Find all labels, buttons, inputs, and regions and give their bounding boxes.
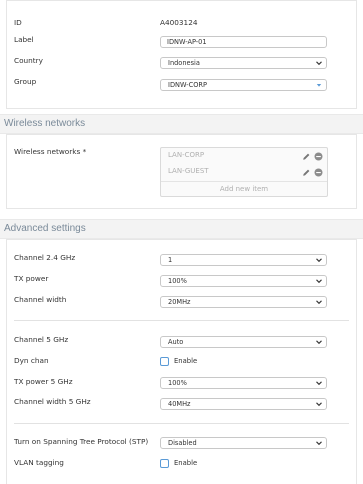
group-select-value: IDNW-CORP — [168, 81, 207, 89]
dyn-chan-checkbox[interactable] — [160, 357, 169, 366]
wireless-networks-list: LAN-CORP LAN-GUEST Add new item — [160, 147, 328, 197]
list-item: LAN-GUEST — [161, 165, 327, 180]
channel-24-select[interactable]: 1 — [160, 254, 327, 266]
wireless-section-title: Wireless networks — [4, 118, 86, 129]
stp-value: Disabled — [168, 439, 197, 447]
vlan-tagging-checkbox[interactable] — [160, 459, 169, 468]
tx-power-value: 100% — [168, 277, 187, 285]
channel-5-value: Auto — [168, 338, 184, 346]
list-item: LAN-CORP — [161, 149, 327, 164]
channel-width-5-select[interactable]: 40MHz — [160, 398, 327, 410]
wireless-networks-label: Wireless networks * — [14, 147, 87, 156]
channel-width-label: Channel width — [14, 295, 67, 304]
network-name: LAN-CORP — [168, 151, 205, 159]
chevron-down-icon — [316, 300, 322, 305]
general-card — [6, 0, 357, 109]
stp-label: Turn on Spanning Tree Protocol (STP) — [14, 437, 149, 446]
tx-power-5-label: TX power 5 GHz — [14, 377, 73, 386]
country-select[interactable]: Indonesia — [160, 57, 327, 69]
chevron-down-icon — [316, 258, 322, 263]
divider — [14, 423, 349, 424]
vlan-tagging-checkbox-label[interactable]: Enable — [174, 459, 197, 467]
id-value: A4003124 — [160, 18, 198, 27]
country-select-value: Indonesia — [168, 59, 200, 67]
channel-width-5-label: Channel width 5 GHz — [14, 397, 91, 406]
channel-width-select[interactable]: 20MHz — [160, 296, 327, 308]
dyn-chan-checkbox-label[interactable]: Enable — [174, 357, 197, 365]
stp-select[interactable]: Disabled — [160, 437, 327, 449]
group-select[interactable]: IDNW-CORP — [160, 79, 327, 91]
channel-24-value: 1 — [168, 256, 173, 264]
tx-power-label: TX power — [14, 274, 49, 283]
pencil-icon[interactable] — [302, 152, 311, 161]
id-label: ID — [14, 18, 22, 27]
remove-icon[interactable] — [314, 152, 323, 161]
chevron-down-icon — [316, 402, 322, 407]
advanced-section-header: Advanced settings — [0, 219, 363, 239]
tx-power-5-value: 100% — [168, 379, 187, 387]
group-label: Group — [14, 77, 37, 86]
channel-5-select[interactable]: Auto — [160, 336, 327, 348]
add-new-item-button[interactable]: Add new item — [161, 181, 327, 197]
pencil-icon[interactable] — [302, 168, 311, 177]
vlan-tagging-label: VLAN tagging — [14, 458, 64, 467]
remove-icon[interactable] — [314, 168, 323, 177]
channel-24-label: Channel 2.4 GHz — [14, 253, 76, 262]
channel-width-5-value: 40MHz — [168, 400, 191, 408]
chevron-down-icon — [316, 381, 322, 386]
chevron-down-icon — [316, 441, 322, 446]
tx-power-select[interactable]: 100% — [160, 275, 327, 287]
chevron-down-icon — [316, 340, 322, 345]
channel-5-label: Channel 5 GHz — [14, 335, 69, 344]
network-name: LAN-GUEST — [168, 167, 209, 175]
channel-width-value: 20MHz — [168, 298, 191, 306]
advanced-section-title: Advanced settings — [4, 223, 86, 234]
chevron-down-icon — [316, 61, 322, 66]
divider — [14, 320, 349, 321]
caret-down-icon — [316, 84, 322, 87]
tx-power-5-select[interactable]: 100% — [160, 377, 327, 389]
label-input-value: IDNW-AP-01 — [167, 38, 207, 46]
country-label: Country — [14, 56, 43, 65]
dyn-chan-label: Dyn chan — [14, 356, 49, 365]
wireless-section-header: Wireless networks — [0, 114, 363, 134]
label-input[interactable]: IDNW-AP-01 — [160, 36, 327, 48]
label-label: Label — [14, 35, 34, 44]
chevron-down-icon — [316, 279, 322, 284]
